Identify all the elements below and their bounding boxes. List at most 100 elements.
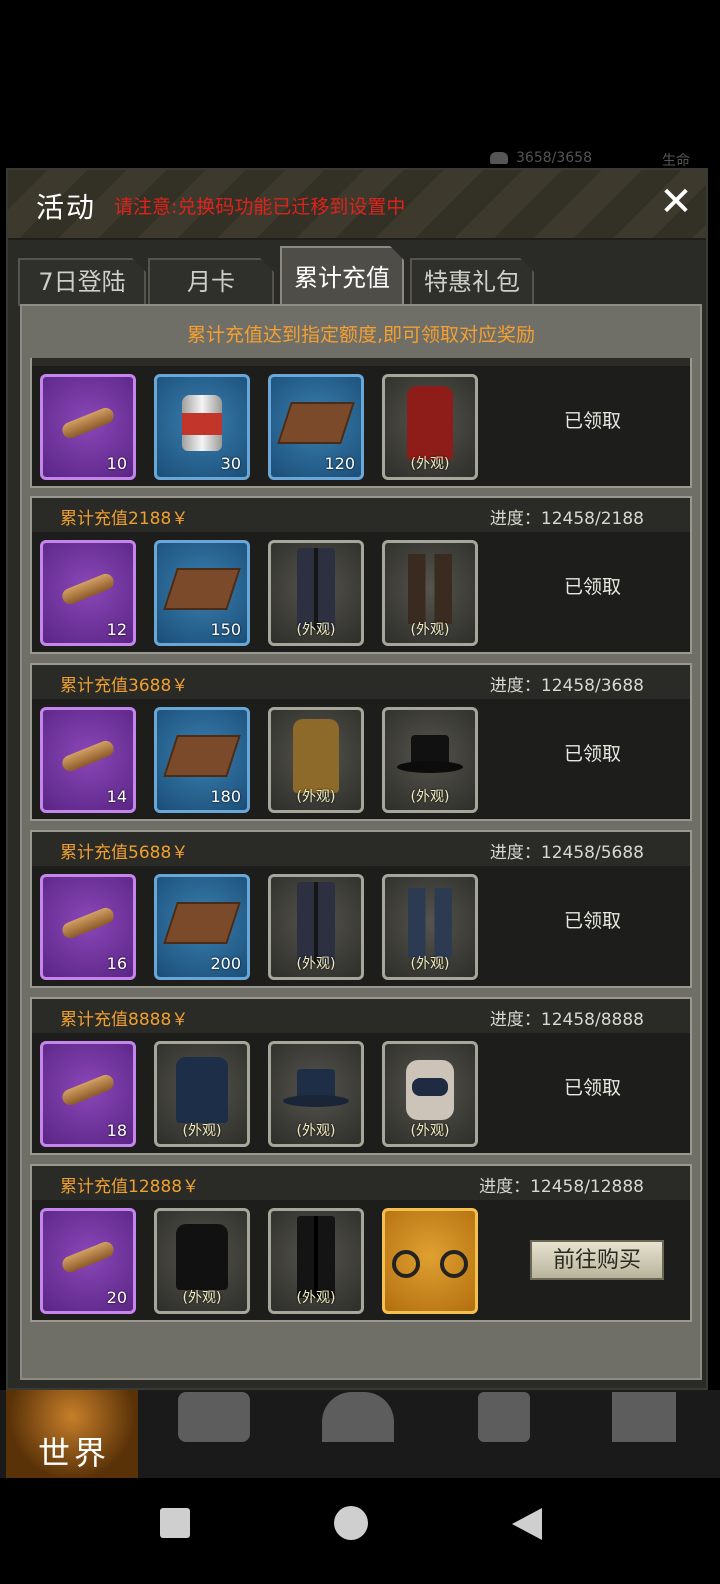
boots-icon xyxy=(408,554,452,624)
boots-blue-icon xyxy=(408,888,452,958)
tier-progress: 进度：12458/5688 xyxy=(489,843,644,863)
claimed-status: 已领取 xyxy=(564,1077,622,1099)
tier-title: 累计充值8888￥ xyxy=(60,1010,189,1030)
appearance-tag: (外观) xyxy=(182,1290,222,1306)
reward-item-slot[interactable]: (外观) xyxy=(382,874,478,980)
tier-progress: 进度：12458/12888 xyxy=(479,1177,644,1197)
item-quantity: 14 xyxy=(106,787,127,806)
tier-header: 累计充值2188￥ 进度：12458/2188 xyxy=(32,498,690,532)
cigar-icon xyxy=(59,571,117,607)
reward-item-slot[interactable]: (外观) xyxy=(268,1041,364,1147)
reward-item-slot[interactable]: 12 xyxy=(40,540,136,646)
reward-item-slot[interactable] xyxy=(382,1208,478,1314)
reward-item-slot[interactable]: 120 xyxy=(268,374,364,480)
item-quantity: 200 xyxy=(210,954,241,973)
appearance-tag: (外观) xyxy=(296,622,336,638)
reward-item-slot[interactable]: 200 xyxy=(154,874,250,980)
backpack-icon[interactable] xyxy=(178,1392,250,1442)
reward-item-slot[interactable]: 180 xyxy=(154,707,250,813)
reward-tier-row: 10 30 120 (外观) 已领取 xyxy=(30,358,692,488)
reward-tier-row: 累计充值12888￥ 进度：12458/12888 20 (外观) (外观) 前… xyxy=(30,1164,692,1322)
reward-item-slot[interactable]: (外观) xyxy=(382,707,478,813)
reward-item-slot[interactable]: (外观) xyxy=(268,540,364,646)
coat-brown-icon xyxy=(293,719,339,793)
tier-progress: 进度：12458/3688 xyxy=(489,676,644,696)
reward-item-slot[interactable]: 20 xyxy=(40,1208,136,1314)
reward-item-slot[interactable]: 18 xyxy=(40,1041,136,1147)
shopping-cart-icon[interactable] xyxy=(612,1392,676,1442)
panel-hint: 累计充值达到指定额度,即可领取对应奖励 xyxy=(186,324,536,346)
reward-item-slot[interactable]: (外观) xyxy=(382,1041,478,1147)
tier-progress: 进度：12458/8888 xyxy=(489,1010,644,1030)
back-button[interactable] xyxy=(512,1508,542,1540)
item-quantity: 10 xyxy=(106,454,127,473)
pants-icon xyxy=(297,882,335,964)
claimed-status: 已领取 xyxy=(564,410,622,432)
hat-black-icon xyxy=(397,735,463,777)
dialog-title: 活动 xyxy=(36,191,97,224)
appearance-tag: (外观) xyxy=(296,789,336,805)
appearance-tag: (外观) xyxy=(182,1123,222,1139)
can-icon xyxy=(182,395,222,451)
claimed-status: 已领取 xyxy=(564,576,622,598)
reward-tier-row: 累计充值3688￥ 进度：12458/3688 14 180 (外观) (外观)… xyxy=(30,663,692,821)
calculator-icon[interactable] xyxy=(478,1392,530,1442)
head-skills-icon[interactable] xyxy=(322,1392,394,1442)
tier-header: 累计充值12888￥ 进度：12458/12888 xyxy=(32,1166,690,1200)
reward-item-slot[interactable]: 30 xyxy=(154,374,250,480)
reward-item-slot[interactable]: 16 xyxy=(40,874,136,980)
reward-item-slot[interactable]: 150 xyxy=(154,540,250,646)
pants-black-icon xyxy=(297,1216,335,1298)
reward-list[interactable]: 10 30 120 (外观) 已领取 累计充值2188￥ 进度：12458/218… xyxy=(30,358,692,1364)
reward-item-slot[interactable]: 10 xyxy=(40,374,136,480)
claimed-status: 已领取 xyxy=(564,743,622,765)
appearance-tag: (外观) xyxy=(410,956,450,972)
top-dark-area xyxy=(0,0,720,170)
tab-7day-login[interactable]: 7日登陆 xyxy=(18,258,146,306)
hat-icon xyxy=(283,1069,349,1111)
item-quantity: 120 xyxy=(324,454,355,473)
reward-item-slot[interactable]: (外观) xyxy=(382,374,478,480)
item-quantity: 16 xyxy=(106,954,127,973)
book-icon xyxy=(163,902,241,944)
world-nav-label: 世界 xyxy=(38,1434,111,1472)
reward-item-slot[interactable]: (外观) xyxy=(382,540,478,646)
tier-header: 累计充值3688￥ 进度：12458/3688 xyxy=(32,665,690,699)
reward-item-slot[interactable]: (外观) xyxy=(268,1208,364,1314)
tier-title: 累计充值12888￥ xyxy=(60,1177,200,1197)
reward-item-slot[interactable]: (外观) xyxy=(154,1041,250,1147)
claimed-status: 已领取 xyxy=(564,910,622,932)
pants-icon xyxy=(297,548,335,630)
appearance-tag: (外观) xyxy=(296,1123,336,1139)
tier-header xyxy=(32,358,690,366)
reward-item-slot[interactable]: (外观) xyxy=(268,874,364,980)
item-quantity: 18 xyxy=(106,1121,127,1140)
reward-item-slot[interactable]: (外观) xyxy=(154,1208,250,1314)
reward-tier-row: 累计充值5688￥ 进度：12458/5688 16 200 (外观) (外观)… xyxy=(30,830,692,988)
home-button[interactable] xyxy=(334,1506,368,1540)
cigar-icon xyxy=(59,1239,117,1275)
item-quantity: 12 xyxy=(106,620,127,639)
cigar-icon xyxy=(59,905,117,941)
go-buy-button[interactable]: 前往购买 xyxy=(530,1240,664,1280)
appearance-tag: (外观) xyxy=(296,1290,336,1306)
jacket-black-icon xyxy=(176,1224,228,1290)
appearance-tag: (外观) xyxy=(410,622,450,638)
cigar-icon xyxy=(59,738,117,774)
tab-special-packs[interactable]: 特惠礼包 xyxy=(410,258,534,306)
item-quantity: 20 xyxy=(106,1288,127,1307)
reward-item-slot[interactable]: 14 xyxy=(40,707,136,813)
coat-red-icon xyxy=(407,386,453,460)
hp-text: 3658/3658 xyxy=(516,150,592,166)
item-quantity: 180 xyxy=(210,787,241,806)
tab-cumulative-recharge[interactable]: 累计充值 xyxy=(280,246,404,306)
appearance-tag: (外观) xyxy=(410,789,450,805)
book-icon xyxy=(163,735,241,777)
recent-apps-button[interactable] xyxy=(160,1508,190,1538)
item-quantity: 30 xyxy=(220,454,241,473)
redeem-code-notice: 请注意:兑换码功能已迁移到设置中 xyxy=(114,196,406,218)
tab-monthly-card[interactable]: 月卡 xyxy=(148,258,274,306)
reward-panel: 累计充值达到指定额度,即可领取对应奖励 10 30 120 (外观) 已领取 累计… xyxy=(20,304,702,1380)
close-button[interactable]: ✕ xyxy=(656,182,696,222)
reward-item-slot[interactable]: (外观) xyxy=(268,707,364,813)
